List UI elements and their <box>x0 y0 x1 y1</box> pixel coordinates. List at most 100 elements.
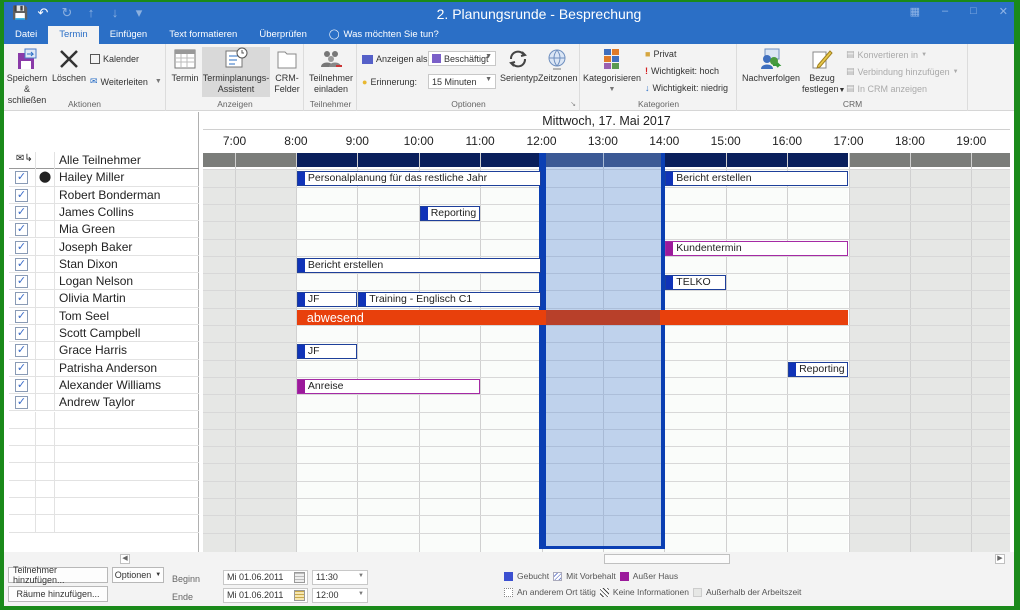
add-rooms-button[interactable]: Räume hinzufügen... <box>8 586 108 602</box>
appointment-block[interactable]: Bericht erstellen <box>665 171 849 187</box>
attendee-row: ✓ James Collins <box>9 203 199 222</box>
empty-attendee-row[interactable] <box>9 446 199 464</box>
appointment-block[interactable]: Personalplanung für das restliche Jahr <box>296 171 542 187</box>
termin-view-button[interactable]: Termin <box>170 47 200 84</box>
delete-button[interactable]: Löschen <box>52 47 86 84</box>
tab-einfuegen[interactable]: Einfügen <box>99 26 159 44</box>
minimize-icon[interactable]: – <box>942 5 948 18</box>
tab-ueberpruefen[interactable]: Überprüfen <box>248 26 318 44</box>
chevron-down-icon[interactable]: ▼ <box>358 591 364 597</box>
recurrence-label: Serientyp <box>500 73 539 83</box>
add-connection-button[interactable]: ▤ Verbindung hinzufügen ▼ <box>846 66 959 77</box>
attendee-checkbox[interactable]: ✓ <box>15 188 28 202</box>
attendee-row: ✓ Joseph Baker <box>9 238 199 256</box>
attendee-type-column <box>35 342 55 360</box>
empty-attendee-row[interactable] <box>9 411 199 429</box>
start-date-field[interactable]: Mi 01.06.2011 <box>223 570 308 585</box>
empty-attendee-row[interactable] <box>9 498 199 516</box>
invite-attendees-button[interactable]: Teilnehmer einladen <box>307 47 355 95</box>
all-attendees-offhours-bar <box>203 153 296 167</box>
appointment-block[interactable]: Reporting <box>788 361 849 377</box>
start-time-field[interactable]: 11:30 ▼ <box>312 570 368 585</box>
group-aktionen: Speichern & schließen Löschen Kalender ✉… <box>4 44 166 111</box>
reminder-dropdown[interactable]: 15 Minuten ▼ <box>428 74 496 89</box>
forward-button[interactable]: ✉ Weiterleiten ▼ <box>90 76 162 87</box>
show-as-dropdown[interactable]: Beschäftigt ▼ <box>428 51 496 66</box>
scroll-left-button[interactable]: ◀ <box>120 554 130 564</box>
empty-attendee-row[interactable] <box>9 428 199 447</box>
appointment-block[interactable]: Training - Englisch C1 <box>358 292 542 308</box>
reminder-text: Erinnerung: <box>370 77 417 87</box>
calendar-button[interactable]: Kalender <box>90 54 139 64</box>
maximize-icon[interactable]: □ <box>970 5 977 18</box>
calendar-picker-icon[interactable] <box>294 572 305 583</box>
attendee-checkbox[interactable]: ✓ <box>15 171 28 185</box>
categorize-button[interactable]: Kategorisieren ▼ <box>583 47 641 95</box>
empty-attendee-row[interactable] <box>9 480 199 498</box>
attendee-checkbox[interactable]: ✓ <box>15 344 28 358</box>
options-button[interactable]: Optionen ▼ <box>112 567 164 583</box>
appointment-block[interactable]: Bericht erstellen <box>296 257 542 273</box>
attendee-checkbox[interactable]: ✓ <box>15 223 28 237</box>
attendee-checkbox[interactable]: ✓ <box>15 205 28 219</box>
dialog-launcher-icon[interactable]: ↘ <box>570 100 576 108</box>
add-connection-label: Verbindung hinzufügen <box>857 66 950 77</box>
attendee-checkbox[interactable]: ✓ <box>15 257 28 271</box>
attendee-checkbox[interactable]: ✓ <box>15 309 28 323</box>
chevron-down-icon[interactable]: ▼ <box>358 573 364 579</box>
globe-icon <box>548 49 566 70</box>
bell-icon: ● <box>362 77 368 87</box>
freebusy-grid[interactable]: Mittwoch, 17. Mai 2017 7:00 8:00 9:00 10:00… <box>203 112 1010 552</box>
add-attendees-button[interactable]: Teilnehmer hinzufügen... <box>8 565 108 585</box>
set-regarding-label-2: festlegen▼ <box>802 84 845 96</box>
response-envelope-icon[interactable]: ✉↳ <box>16 153 33 164</box>
selected-meeting-time[interactable] <box>538 153 666 549</box>
attendee-checkbox[interactable]: ✓ <box>15 292 28 306</box>
crm-fields-button[interactable]: CRM- Felder <box>272 47 302 95</box>
recurrence-button[interactable]: Serientyp <box>500 47 539 84</box>
attendee-checkbox[interactable]: ✓ <box>15 240 28 254</box>
show-in-crm-button[interactable]: ▤ In CRM anzeigen <box>846 83 927 94</box>
tell-me-search[interactable]: ◯ Was möchten Sie tun? <box>318 26 450 44</box>
attendee-name: Logan Nelson <box>59 274 134 289</box>
legend-row-2: An anderem Ort tätig Keine Informationen… <box>504 587 801 597</box>
scheduling-assistant-button[interactable]: Terminplanungs- Assistent <box>202 47 270 97</box>
tab-termin[interactable]: Termin <box>48 26 99 44</box>
horizontal-scrollbar-thumb[interactable] <box>604 554 730 564</box>
attendee-type-column <box>35 428 55 446</box>
attendee-checkbox[interactable]: ✓ <box>15 275 28 289</box>
attendee-checkbox[interactable]: ✓ <box>15 327 28 340</box>
set-regarding-button[interactable]: Bezug festlegen▼ <box>802 47 845 96</box>
attendee-row: ✓ Scott Campbell <box>9 325 199 343</box>
convert-button[interactable]: ▤ Konvertieren in ▼ <box>846 49 927 60</box>
save-close-button[interactable]: Speichern & schließen <box>6 47 48 106</box>
ribbon: Speichern & schließen Löschen Kalender ✉… <box>4 44 1014 111</box>
elsewhere-legend-swatch <box>504 587 513 597</box>
attendee-checkbox[interactable]: ✓ <box>15 396 28 410</box>
empty-attendee-row[interactable] <box>9 515 199 533</box>
private-button[interactable]: ■ Privat <box>645 49 676 59</box>
scroll-right-button[interactable]: ▶ <box>995 554 1005 564</box>
calendar-picker-icon[interactable] <box>294 590 305 601</box>
empty-attendee-row[interactable] <box>9 463 199 481</box>
high-importance-button[interactable]: ! Wichtigkeit: hoch <box>645 66 719 76</box>
appointment-block[interactable]: JF <box>296 344 358 360</box>
appointment-block[interactable]: JF <box>296 292 358 308</box>
appointment-block[interactable]: TELKO <box>665 275 726 291</box>
follow-up-button[interactable]: Nachverfolgen <box>740 47 802 84</box>
group-kategorien: Kategorisieren ▼ ■ Privat ! Wichtigkeit: h… <box>581 44 737 111</box>
low-importance-button[interactable]: ↓ Wichtigkeit: niedrig <box>645 83 728 93</box>
tab-text-formatieren[interactable]: Text formatieren <box>158 26 248 44</box>
close-icon[interactable]: ✕ <box>999 5 1008 18</box>
attendee-checkbox[interactable]: ✓ <box>15 378 28 392</box>
tentative-legend-swatch <box>553 571 563 581</box>
appointment-block[interactable]: Anreise <box>296 378 481 394</box>
timezones-button[interactable]: Zeitzonen <box>538 47 578 84</box>
appointment-block[interactable]: Kundentermin <box>665 240 849 256</box>
end-date-field[interactable]: Mi 01.06.2011 <box>223 588 308 603</box>
attendee-checkbox[interactable]: ✓ <box>15 361 28 375</box>
appointment-block[interactable]: Reporting <box>419 205 481 221</box>
tab-datei[interactable]: Datei <box>4 26 48 44</box>
end-time-field[interactable]: 12:00 ▼ <box>312 588 368 603</box>
ribbon-options-icon[interactable]: ▦ <box>910 5 920 18</box>
